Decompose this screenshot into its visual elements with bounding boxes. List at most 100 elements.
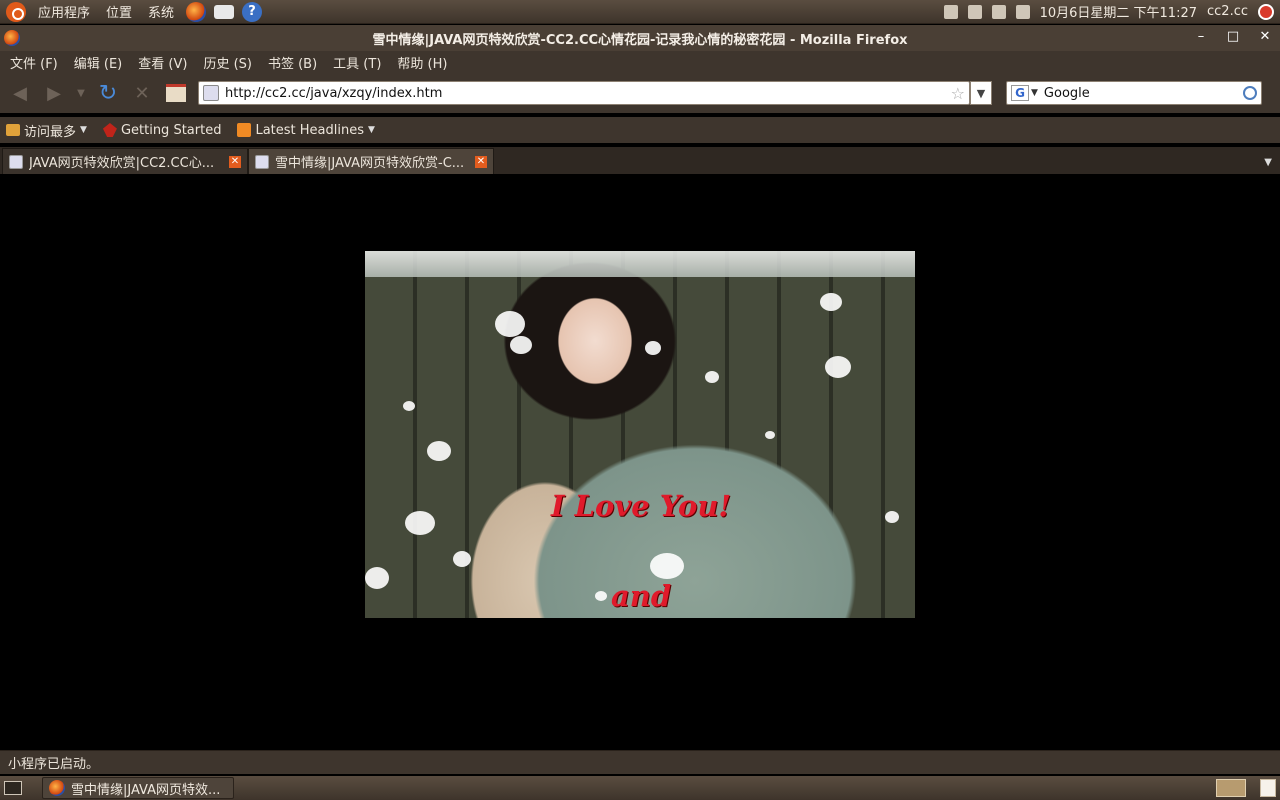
engine-dropdown-icon[interactable]: ▼ <box>1031 88 1038 98</box>
page-favicon-icon <box>9 154 23 169</box>
panel-menu-places[interactable]: 位置 <box>102 2 136 21</box>
chevron-down-icon: ▼ <box>80 125 87 135</box>
back-button[interactable]: ◀ <box>6 79 34 107</box>
snowflake <box>595 591 607 601</box>
bottom-panel-tray <box>1216 779 1276 797</box>
snowflake <box>645 341 661 355</box>
panel-user-name[interactable]: cc2.cc <box>1207 4 1248 19</box>
rss-icon <box>237 123 252 137</box>
tab-java-effects[interactable]: JAVA网页特效欣赏|CC2.CC心... ✕ <box>2 148 248 174</box>
volume-icon[interactable] <box>1015 4 1030 19</box>
tab-label: 雪中情缘|JAVA网页特效欣赏-C... <box>275 156 465 171</box>
trash-icon[interactable] <box>1260 779 1276 797</box>
tab-label: JAVA网页特效欣赏|CC2.CC心... <box>29 156 215 171</box>
firefox-task-icon <box>49 780 65 796</box>
task-label: 雪中情缘|JAVA网页特效... <box>71 782 221 798</box>
url-history-dropdown[interactable]: ▼ <box>970 81 992 105</box>
snowflake <box>510 336 532 354</box>
snowflake <box>453 551 471 567</box>
ubuntu-logo-icon[interactable] <box>6 1 26 22</box>
tab-close-icon[interactable]: ✕ <box>475 155 487 168</box>
page-favicon-icon <box>255 154 269 169</box>
bookmark-star-icon[interactable]: ☆ <box>951 84 965 103</box>
panel-clock[interactable]: 10月6日星期二 下午11:27 <box>1040 2 1197 21</box>
menu-view[interactable]: 查看 (V) <box>130 53 195 72</box>
menu-edit[interactable]: 编辑 (E) <box>66 53 131 72</box>
menu-help[interactable]: 帮助 (H) <box>389 53 455 72</box>
battery-icon[interactable] <box>943 4 958 19</box>
snowflake <box>765 431 775 439</box>
snowflake <box>495 311 525 337</box>
chevron-down-icon: ▼ <box>368 125 375 135</box>
menu-file[interactable]: 文件 (F) <box>2 53 66 72</box>
navigation-toolbar: ◀ ▶ ▼ ↻ ✕ http://cc2.cc/java/xzqy/index.… <box>0 73 1280 113</box>
network-icon[interactable] <box>967 4 982 19</box>
bookmark-latest-headlines[interactable]: Latest Headlines ▼ <box>237 122 375 138</box>
show-desktop-icon[interactable] <box>4 781 22 795</box>
window-controls: – □ ✕ <box>1194 29 1272 44</box>
menu-bookmarks[interactable]: 书签 (B) <box>260 53 325 72</box>
maximize-button[interactable]: □ <box>1226 29 1240 44</box>
site-identity-icon[interactable] <box>203 85 219 101</box>
power-icon[interactable] <box>1258 3 1274 20</box>
search-input[interactable]: Google <box>1044 86 1243 101</box>
snowflake <box>705 371 719 383</box>
bookmark-getting-started[interactable]: Getting Started <box>102 122 222 138</box>
snowflake <box>820 293 842 311</box>
menubar: 文件 (F) 编辑 (E) 查看 (V) 历史 (S) 书签 (B) 工具 (T… <box>0 51 1280 73</box>
panel-tray: 10月6日星期二 下午11:27 cc2.cc <box>943 2 1274 21</box>
bottom-panel: 雪中情缘|JAVA网页特效... <box>0 776 1280 800</box>
firefox-window-icon[interactable] <box>4 30 20 46</box>
stop-button[interactable]: ✕ <box>128 79 156 107</box>
snow-applet-image[interactable]: I Love You! and <box>365 251 915 618</box>
minimize-button[interactable]: – <box>1194 29 1208 44</box>
reload-button[interactable]: ↻ <box>94 79 122 107</box>
home-icon <box>166 84 186 102</box>
google-engine-icon[interactable]: G <box>1011 85 1029 101</box>
bookmark-most-visited[interactable]: 访问最多 ▼ <box>6 121 87 140</box>
taskbar-firefox-window[interactable]: 雪中情缘|JAVA网页特效... <box>42 777 234 799</box>
caption-i-love-you: I Love You! <box>551 489 732 523</box>
url-bar[interactable]: http://cc2.cc/java/xzqy/index.htm ☆ <box>198 81 970 105</box>
firefox-launcher-icon[interactable] <box>186 1 207 22</box>
top-panel: 应用程序 位置 系统 ? 10月6日星期二 下午11:27 cc2.cc <box>0 0 1280 24</box>
snowflake <box>405 511 435 535</box>
snow-ledge <box>365 251 915 277</box>
menu-history[interactable]: 历史 (S) <box>195 53 260 72</box>
snowflake <box>403 401 415 411</box>
bookmark-label: Getting Started <box>120 122 222 138</box>
bookmarks-toolbar: 访问最多 ▼ Getting Started Latest Headlines … <box>0 117 1280 143</box>
status-bar: 小程序已启动。 <box>0 750 1280 774</box>
forward-button[interactable]: ▶ <box>40 79 68 107</box>
bookmark-label: Latest Headlines <box>255 122 364 138</box>
search-bar[interactable]: G ▼ Google <box>1006 81 1262 105</box>
panel-menu-system[interactable]: 系统 <box>144 2 178 21</box>
mail-launcher-icon[interactable] <box>214 4 235 19</box>
status-text: 小程序已启动。 <box>8 757 100 772</box>
history-dropdown-button[interactable]: ▼ <box>74 79 88 107</box>
help-launcher-icon[interactable]: ? <box>242 1 263 22</box>
caption-and: and <box>611 579 672 613</box>
snowflake <box>885 511 899 523</box>
home-button[interactable] <box>162 79 190 107</box>
snowflake <box>427 441 451 461</box>
close-window-button[interactable]: ✕ <box>1258 29 1272 44</box>
tab-snow-romance[interactable]: 雪中情缘|JAVA网页特效欣赏-C... ✕ <box>248 148 494 174</box>
tab-close-icon[interactable]: ✕ <box>229 155 241 168</box>
menu-tools[interactable]: 工具 (T) <box>325 53 389 72</box>
snowflake <box>825 356 851 378</box>
tab-strip: JAVA网页特效欣赏|CC2.CC心... ✕ 雪中情缘|JAVA网页特效欣赏-… <box>0 147 1280 174</box>
getting-started-icon <box>102 123 117 137</box>
window-title: 雪中情缘|JAVA网页特效欣赏-CC2.CC心情花园-记录我心情的秘密花园 - … <box>372 32 908 48</box>
workspace-switcher-icon[interactable] <box>1216 779 1246 797</box>
drive-icon[interactable] <box>991 4 1006 19</box>
window-titlebar[interactable]: 雪中情缘|JAVA网页特效欣赏-CC2.CC心情花园-记录我心情的秘密花园 - … <box>0 25 1280 51</box>
snowflake <box>365 567 389 589</box>
panel-menu-applications[interactable]: 应用程序 <box>34 2 94 21</box>
bookmark-label: 访问最多 <box>24 124 77 140</box>
tab-list-chevron-icon[interactable]: ▼ <box>1264 157 1272 168</box>
url-input[interactable]: http://cc2.cc/java/xzqy/index.htm <box>225 86 951 101</box>
page-content: I Love You! and <box>0 174 1280 750</box>
search-icon[interactable] <box>1243 86 1257 100</box>
snowflake <box>650 553 684 579</box>
